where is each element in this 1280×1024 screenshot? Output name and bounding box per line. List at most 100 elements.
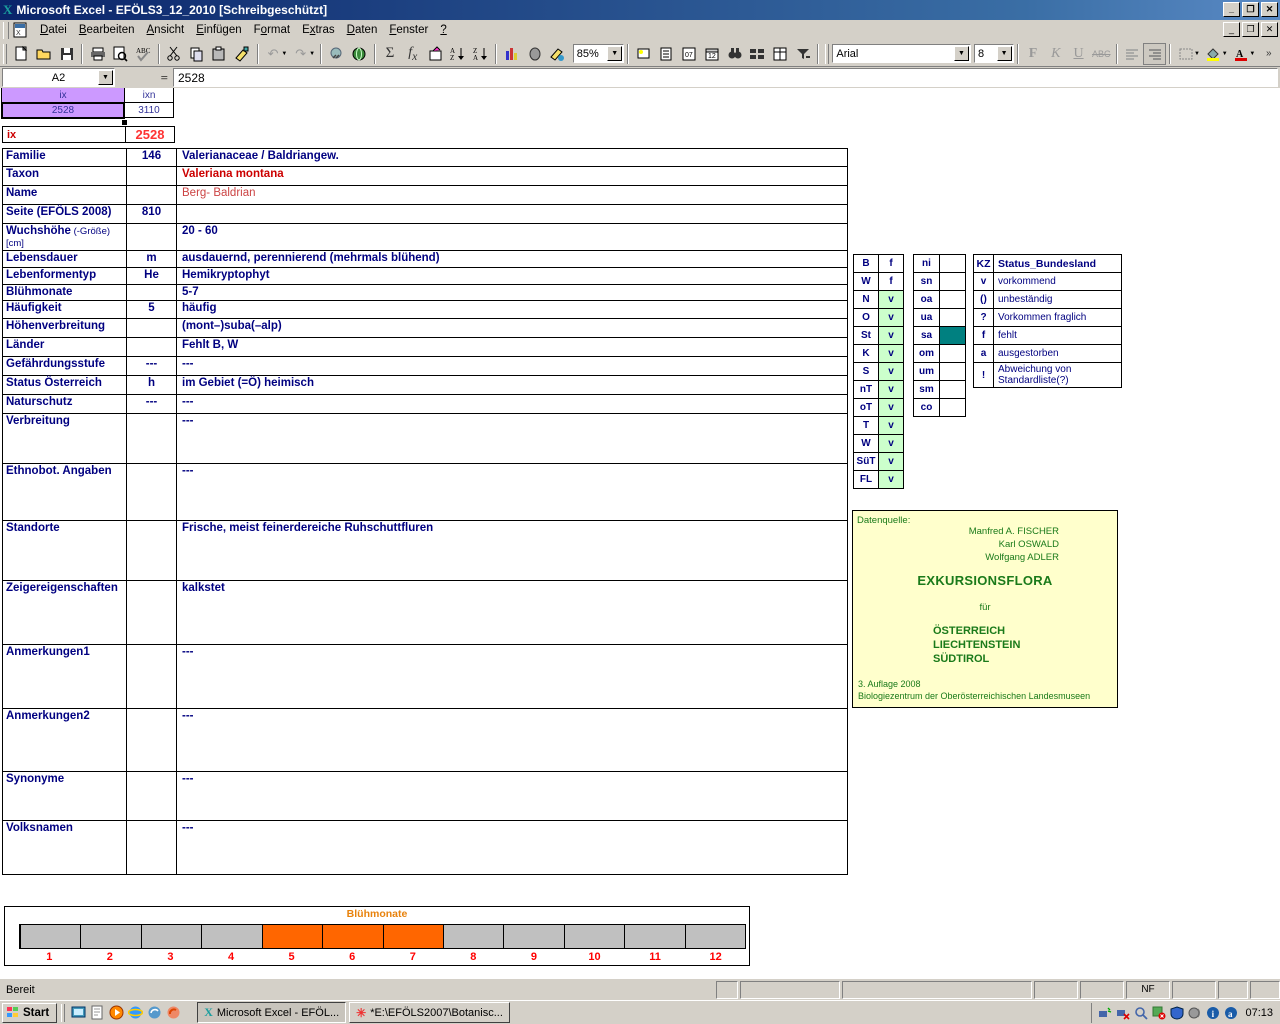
acrobat-icon[interactable]: a bbox=[1223, 1006, 1238, 1021]
chart-bar-inactive[interactable] bbox=[141, 925, 203, 948]
property-label-cell[interactable]: Zeigereigenschaften bbox=[2, 580, 127, 645]
property-label-cell[interactable]: Anmerkungen2 bbox=[2, 708, 127, 772]
bundesland-code-cell[interactable]: oT bbox=[853, 398, 879, 417]
network-disconnected-icon[interactable] bbox=[1115, 1006, 1130, 1021]
property-label-cell[interactable]: Lebensdauer bbox=[2, 250, 127, 268]
close-button[interactable]: ✕ bbox=[1261, 2, 1278, 17]
cell-B2[interactable]: 3110 bbox=[124, 102, 174, 118]
property-code-cell[interactable]: 810 bbox=[126, 204, 177, 224]
bold-button[interactable]: F bbox=[1022, 43, 1045, 65]
bundesland-code-cell[interactable]: W bbox=[853, 434, 879, 453]
property-label-cell[interactable]: Name bbox=[2, 185, 127, 205]
property-detail-cell[interactable]: 20 - 60 bbox=[176, 223, 848, 251]
property-label-cell[interactable]: Synonyme bbox=[2, 771, 127, 821]
property-label-cell[interactable]: Status Österreich bbox=[2, 375, 127, 395]
property-code-cell[interactable]: 146 bbox=[126, 148, 177, 167]
kz-code-cell[interactable]: f bbox=[973, 326, 994, 345]
save-icon[interactable] bbox=[56, 43, 79, 65]
ni-code-cell[interactable]: oa bbox=[913, 290, 940, 309]
redo-icon[interactable]: ↷ bbox=[289, 43, 312, 65]
table-icon[interactable] bbox=[769, 43, 792, 65]
chart-bar-active[interactable] bbox=[262, 925, 324, 948]
property-code-cell[interactable]: --- bbox=[126, 356, 177, 376]
property-label-cell[interactable]: Höhenverbreitung bbox=[2, 318, 127, 338]
menu-ansicht[interactable]: Ansicht bbox=[141, 22, 191, 38]
chart-bar-inactive[interactable] bbox=[504, 925, 565, 948]
menu-fenster[interactable]: Fenster bbox=[383, 22, 434, 38]
property-detail-cell[interactable]: --- bbox=[176, 708, 848, 772]
property-code-cell[interactable] bbox=[126, 337, 177, 357]
ni-status-cell[interactable] bbox=[939, 344, 966, 363]
ni-status-cell[interactable] bbox=[939, 272, 966, 291]
menu-format[interactable]: Format bbox=[248, 22, 296, 38]
comment-icon[interactable] bbox=[632, 43, 655, 65]
property-label-cell[interactable]: Wuchshöhe (-Größe) [cm] bbox=[2, 223, 127, 251]
property-detail-cell[interactable]: --- bbox=[176, 820, 848, 875]
sync-icon[interactable] bbox=[145, 1004, 164, 1022]
property-label-cell[interactable]: Volksnamen bbox=[2, 820, 127, 875]
menu-einfuegen[interactable]: Einfügen bbox=[190, 22, 247, 38]
volume-icon[interactable] bbox=[1187, 1006, 1202, 1021]
split-icon[interactable] bbox=[746, 43, 769, 65]
doc-minimize-button[interactable]: _ bbox=[1223, 22, 1240, 37]
property-code-cell[interactable] bbox=[126, 413, 177, 464]
ni-code-cell[interactable]: um bbox=[913, 362, 940, 381]
ni-status-cell[interactable] bbox=[939, 254, 966, 273]
property-code-cell[interactable] bbox=[126, 166, 177, 186]
chart-bar-inactive[interactable] bbox=[81, 925, 142, 948]
property-code-cell[interactable] bbox=[126, 520, 177, 581]
property-label-cell[interactable]: Häufigkeit bbox=[2, 300, 127, 319]
hyperlink-icon[interactable] bbox=[325, 43, 348, 65]
property-code-cell[interactable] bbox=[126, 771, 177, 821]
format-painter-icon[interactable] bbox=[231, 43, 254, 65]
formula-input[interactable]: 2528 bbox=[173, 68, 1278, 87]
property-code-cell[interactable] bbox=[126, 820, 177, 875]
new-icon[interactable] bbox=[10, 43, 33, 65]
ni-code-cell[interactable]: om bbox=[913, 344, 940, 363]
bundesland-code-cell[interactable]: K bbox=[853, 344, 879, 363]
bundesland-code-cell[interactable]: SüT bbox=[853, 452, 879, 471]
bundesland-status-cell[interactable]: v bbox=[878, 470, 904, 489]
name-box[interactable]: A2 ▼ bbox=[2, 68, 115, 87]
property-detail-cell[interactable]: Valeriana montana bbox=[176, 166, 848, 186]
ni-code-cell[interactable]: co bbox=[913, 398, 940, 417]
property-code-cell[interactable] bbox=[126, 185, 177, 205]
font-color-icon[interactable]: A bbox=[1230, 43, 1253, 65]
paste-icon[interactable] bbox=[208, 43, 231, 65]
filter-icon[interactable] bbox=[792, 43, 815, 65]
web-toolbar-icon[interactable] bbox=[348, 43, 371, 65]
function-icon[interactable]: fx bbox=[401, 43, 424, 65]
property-label-cell[interactable]: Anmerkungen1 bbox=[2, 644, 127, 709]
bundesland-status-cell[interactable]: v bbox=[878, 326, 904, 345]
show-desktop-icon[interactable] bbox=[69, 1004, 88, 1022]
drawing-icon[interactable] bbox=[546, 43, 569, 65]
selection-fill-handle[interactable] bbox=[122, 120, 127, 125]
undo-icon[interactable]: ↶ bbox=[262, 43, 285, 65]
property-label-cell[interactable]: Ethnobot. Angaben bbox=[2, 463, 127, 521]
borders-icon[interactable] bbox=[1174, 43, 1197, 65]
worksheet-area[interactable]: ix ixn 2528 3110 ix 2528 Familie 146 Valer… bbox=[0, 88, 1280, 978]
cell-A2-selected[interactable]: 2528 bbox=[1, 102, 125, 119]
menu-datei[interactable]: Datei bbox=[34, 22, 73, 38]
property-detail-cell[interactable]: im Gebiet (=Ö) heimisch bbox=[176, 375, 848, 395]
ixn-header-cell[interactable]: ixn bbox=[124, 88, 174, 103]
chart-bar-inactive[interactable] bbox=[202, 925, 263, 948]
info-icon[interactable]: i bbox=[1205, 1006, 1220, 1021]
doc-restore-button[interactable]: ❐ bbox=[1242, 22, 1259, 37]
zoom-dropdown-icon[interactable]: ▼ bbox=[607, 46, 623, 61]
name-box-dropdown-icon[interactable]: ▼ bbox=[98, 70, 113, 85]
bundesland-code-cell[interactable]: W bbox=[853, 272, 879, 291]
autosum-icon[interactable]: Σ bbox=[379, 43, 402, 65]
bundesland-status-cell[interactable]: v bbox=[878, 308, 904, 327]
font-size-combo[interactable]: 8 ▼ bbox=[973, 44, 1014, 63]
property-detail-cell[interactable]: --- bbox=[176, 394, 848, 414]
chart-bar-inactive[interactable] bbox=[564, 925, 626, 948]
property-detail-cell[interactable]: --- bbox=[176, 413, 848, 464]
property-code-cell[interactable]: h bbox=[126, 375, 177, 395]
property-detail-cell[interactable]: ausdauernd, perennierend (mehrmals blühe… bbox=[176, 250, 848, 268]
property-code-cell[interactable] bbox=[126, 708, 177, 772]
kz-description-cell[interactable]: Vorkommen fraglich bbox=[993, 308, 1122, 327]
bundesland-status-cell[interactable]: v bbox=[878, 434, 904, 453]
chart-bar-inactive[interactable] bbox=[685, 925, 746, 948]
taskbar-task-button[interactable]: X Microsoft Excel - EFÖL... bbox=[197, 1002, 347, 1023]
